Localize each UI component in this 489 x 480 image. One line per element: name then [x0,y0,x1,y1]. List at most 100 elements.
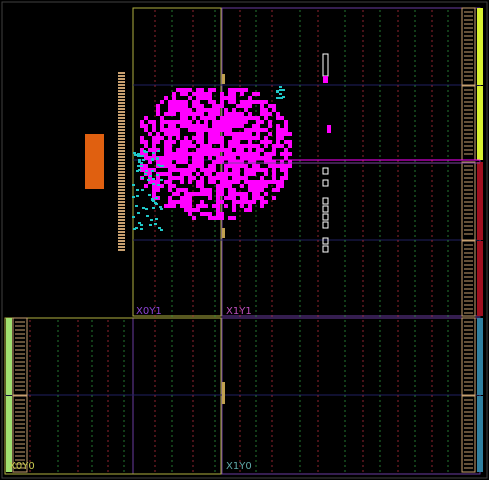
placed-cell [196,128,200,132]
placed-cell [196,152,200,156]
io-pin [118,153,125,155]
placed-cell [224,184,228,188]
placed-cell [232,156,236,160]
placed-cell [232,180,236,184]
placed-cell [200,184,204,188]
placed-cell [268,140,272,144]
placed-cell [184,172,188,176]
cyan-cell [146,215,149,217]
placed-cell [256,152,260,156]
cyan-cell [157,184,160,186]
placed-cell [240,136,244,140]
placed-cell [192,124,196,128]
placed-cell [160,136,164,140]
placed-cell [192,160,196,164]
placed-cell [208,100,212,104]
placed-cell [144,116,148,120]
placed-cell [192,168,196,172]
selected-block[interactable] [85,134,104,189]
placed-cell [152,120,156,124]
placed-cell [244,144,248,148]
placed-cell [220,212,224,216]
placed-cell [216,156,220,160]
placed-cell [196,96,200,100]
placed-cell [216,140,220,144]
placed-cell [232,108,236,112]
placed-cell [260,112,264,116]
clock-spine-marker-3 [222,382,225,404]
placed-cell [184,124,188,128]
placed-cell [284,128,288,132]
placed-cell [212,108,216,112]
cyan-cell [152,207,155,209]
placed-cell [224,156,228,160]
placed-cell [224,148,228,152]
placed-cell [172,92,176,96]
placed-cell [172,120,176,124]
placed-cell [172,140,176,144]
io-pin [118,213,125,215]
placed-cell [192,92,196,96]
placed-cell [196,124,200,128]
cyan-cell [140,228,143,230]
cyan-cell [133,152,136,154]
placed-cell [176,192,180,196]
placed-cell [236,140,240,144]
io-pin [118,75,125,77]
placed-cell [268,156,272,160]
clock-buffer-marker [323,76,328,83]
placed-cell [252,164,256,168]
placed-cell [164,204,168,208]
placed-cell [188,200,192,204]
cyan-cell [156,174,159,176]
placed-cell [256,196,260,200]
placed-cell [240,116,244,120]
placed-cell [180,88,184,92]
placed-cell [176,88,180,92]
placed-cell [180,152,184,156]
placed-cell [188,108,192,112]
floorplan-canvas[interactable]: X0Y1 X1Y1 X0Y0 X1Y0 [0,0,489,480]
placed-cell [240,176,244,180]
placed-cell [208,108,212,112]
placed-cell [248,200,252,204]
placed-cell [280,180,284,184]
cyan-cell [150,219,153,221]
placed-cell [244,164,248,168]
placed-cell [208,148,212,152]
io-pin [118,87,125,89]
cyan-cell [151,158,154,160]
placed-cell [248,136,252,140]
placed-cell [180,92,184,96]
placed-cell [140,124,144,128]
placed-cell [208,132,212,136]
placed-cell [256,188,260,192]
io-pin [118,123,125,125]
placed-cell [168,156,172,160]
placed-cell [160,100,164,104]
placed-cell [268,120,272,124]
placed-cell [252,100,256,104]
placed-cell [188,140,192,144]
placed-cell [216,108,220,112]
cyan-cell [145,208,148,210]
placed-cell [276,144,280,148]
placed-cell [188,144,192,148]
placed-cell [212,112,216,116]
placed-cell [200,192,204,196]
placed-cell [264,156,268,160]
placed-cell [216,208,220,212]
placed-cell [192,192,196,196]
placed-cell [284,132,288,136]
placed-cell [252,152,256,156]
placed-cell [224,112,228,116]
placed-cell [232,204,236,208]
placed-cell [160,160,164,164]
io-pin [118,240,125,242]
placed-cell [248,188,252,192]
placed-cell [168,196,172,200]
placed-cell [164,96,168,100]
placed-cell [280,128,284,132]
placed-cell [284,124,288,128]
placed-cell [172,96,176,100]
